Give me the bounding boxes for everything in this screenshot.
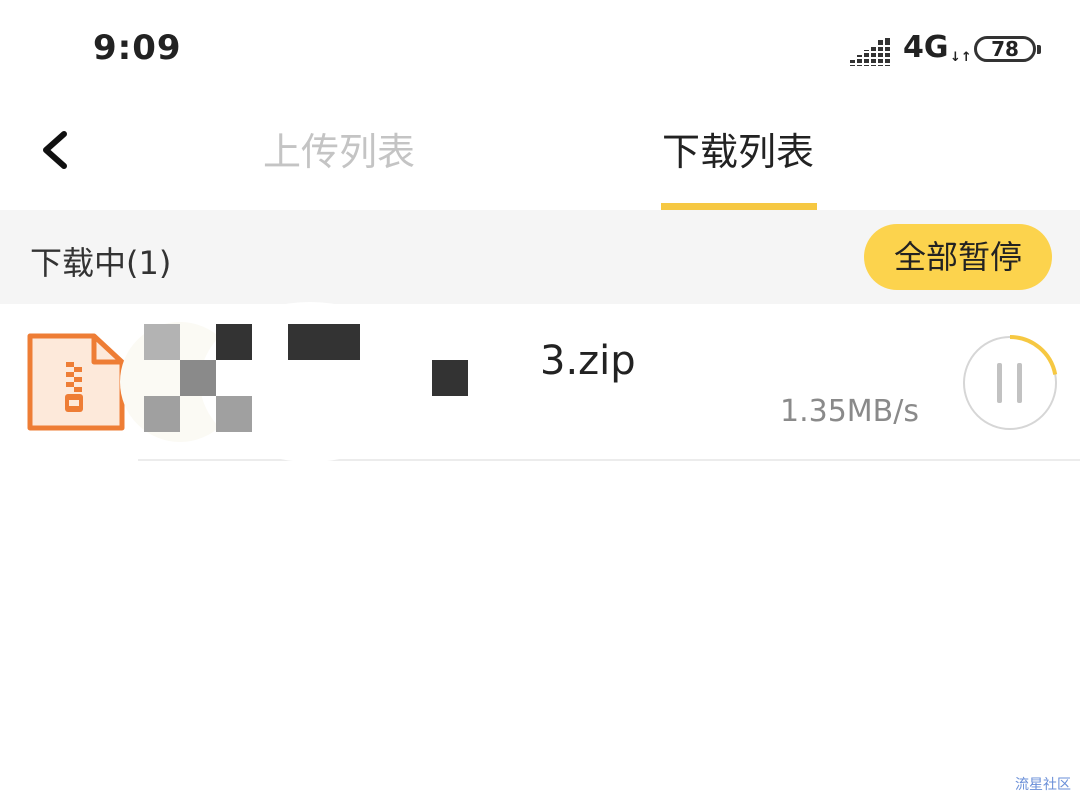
download-speed: 1.35MB/s xyxy=(780,394,919,429)
redacted-filename-mosaic xyxy=(120,302,468,462)
tab-upload-list[interactable]: 上传列表 xyxy=(263,127,415,177)
zip-file-icon xyxy=(27,333,125,431)
signal-icon xyxy=(850,38,892,66)
status-time: 9:09 xyxy=(93,28,182,68)
pause-all-button[interactable]: 全部暂停 xyxy=(864,224,1052,290)
network-type: 4G xyxy=(903,30,949,65)
network-activity-icon: ↓↑ xyxy=(950,50,972,65)
watermark: 流星社区 xyxy=(1015,777,1071,793)
tab-header: 上传列表 下载列表 xyxy=(0,100,1080,210)
battery-icon: 78 xyxy=(974,36,1036,62)
tab-download-list[interactable]: 下载列表 xyxy=(662,127,814,177)
battery-tip xyxy=(1037,45,1041,54)
pause-icon[interactable] xyxy=(961,334,1059,432)
download-filename: 3.zip xyxy=(540,338,636,384)
active-tab-indicator xyxy=(661,203,817,210)
chevron-left-icon[interactable] xyxy=(36,128,76,172)
status-bar: 9:09 4G ↓↑ 78 xyxy=(0,0,1080,100)
downloading-count-label: 下载中(1) xyxy=(30,244,172,282)
downloading-section-bar: 下载中(1) 全部暂停 xyxy=(0,210,1080,304)
